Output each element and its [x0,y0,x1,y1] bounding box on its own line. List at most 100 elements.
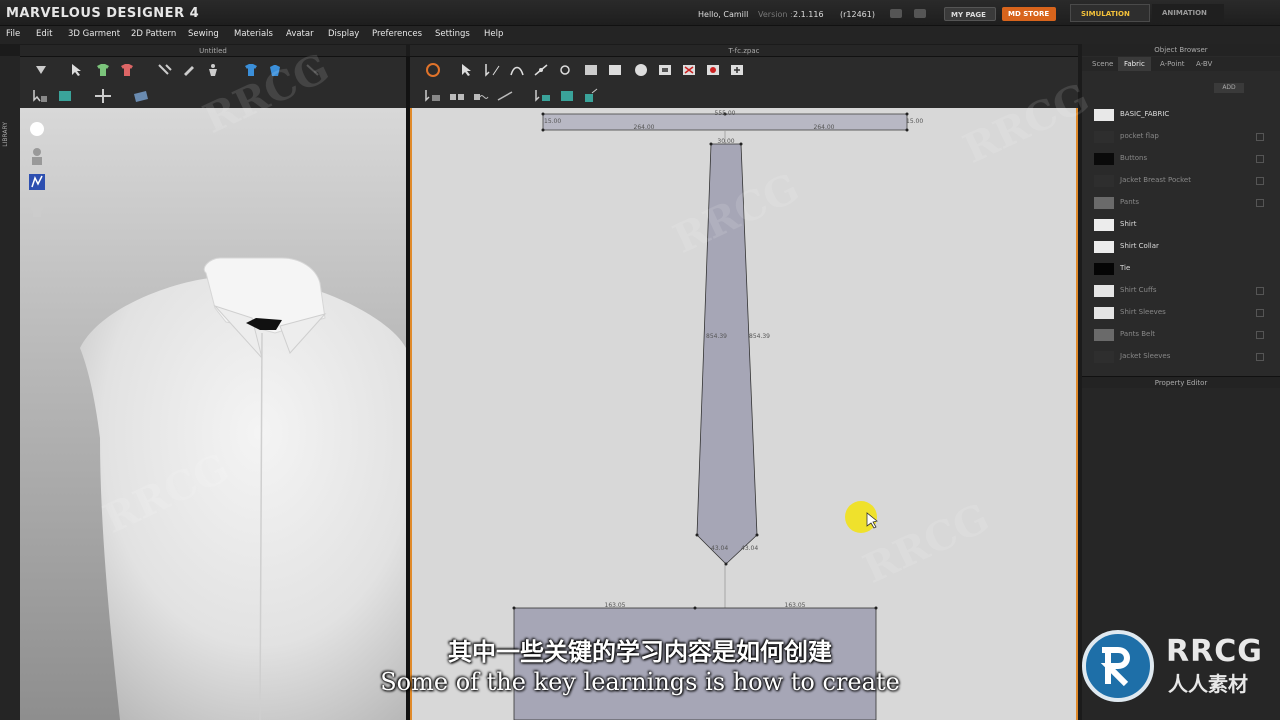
edit-curve-tool-icon[interactable] [508,62,526,78]
menu-display[interactable]: Display [328,29,359,39]
fabric-swatch[interactable] [1094,285,1114,297]
fabric-row[interactable]: Jacket Breast Pocket [1082,170,1280,192]
fabric-row[interactable]: Pants [1082,192,1280,214]
fabric-name: Buttons [1120,154,1148,162]
circle-tool-icon[interactable] [632,62,650,78]
plane-tool-icon[interactable] [132,88,150,104]
fabric-row[interactable]: Pants Belt [1082,324,1280,346]
select-2d-tool-icon[interactable] [460,62,478,78]
fabric-swatch[interactable] [1094,109,1114,121]
disabled-tool-icon[interactable] [304,62,322,78]
texture-tool-icon[interactable] [56,88,74,104]
my-page-button[interactable]: MY PAGE [944,7,996,21]
fabric-row-checkbox[interactable] [1256,353,1264,361]
fabric-row[interactable]: Tie [1082,258,1280,280]
animation-mode-tab[interactable]: ANIMATION [1152,4,1224,22]
rectangle-tool-icon[interactable] [606,62,624,78]
internal-circle-tool-icon[interactable] [704,62,722,78]
fabric-swatch[interactable] [1094,197,1114,209]
edit-point-tool-icon[interactable] [484,62,502,78]
fabric-row[interactable]: Buttons [1082,148,1280,170]
md-store-button[interactable]: MD STORE [1002,7,1056,21]
transform-tool-icon[interactable] [94,88,112,104]
view2d-viewport[interactable]: 555.00 15.00 15.00 264.00 264.00 30.00 8… [410,108,1078,720]
tie-pattern[interactable] [696,143,758,565]
internal-polygon-tool-icon[interactable] [656,62,674,78]
fabric-swatch[interactable] [1094,263,1114,275]
fabric-swatch[interactable] [1094,219,1114,231]
menu-sewing[interactable]: Sewing [188,29,219,39]
fabric-row-checkbox[interactable] [1256,199,1264,207]
polygon-tool-icon[interactable] [582,62,600,78]
fabric-name: Tie [1120,264,1131,272]
menu-file[interactable]: File [6,29,20,39]
settings-icon[interactable] [914,9,926,18]
fabric-swatch[interactable] [1094,307,1114,319]
fabric-row-checkbox[interactable] [1256,287,1264,295]
menu-help[interactable]: Help [484,29,503,39]
fabric-row[interactable]: pocket flap [1082,126,1280,148]
select-mesh-tool-icon[interactable] [32,88,50,104]
fabric-row-checkbox[interactable] [1256,133,1264,141]
tab-a-point[interactable]: A-Point [1154,57,1191,71]
measure-top-left: 264.00 [634,124,655,131]
garment-tool-icon[interactable] [94,62,112,78]
notification-icon[interactable] [890,9,902,18]
library-strip[interactable]: LIBRARY [0,56,20,720]
fabric-swatch[interactable] [1094,131,1114,143]
avatar-skin-icon[interactable] [27,198,47,218]
texture-edit-tool-icon[interactable] [534,88,552,104]
select-move-tool-icon[interactable] [70,62,88,78]
fabric-row[interactable]: Shirt Cuffs [1082,280,1280,302]
fabric-swatch[interactable] [1094,241,1114,253]
button-tool-icon[interactable] [728,62,746,78]
down-arrow-tool-icon[interactable] [32,62,50,78]
dart-tool-icon[interactable] [680,62,698,78]
avatar-measure-icon[interactable] [27,172,47,192]
fabric-row[interactable]: Shirt [1082,214,1280,236]
refresh-tool-icon[interactable] [424,62,442,78]
fabric-row-checkbox[interactable] [1256,309,1264,317]
menu-avatar[interactable]: Avatar [286,29,314,39]
add-point-tool-icon[interactable] [532,62,550,78]
logo-subtext: 人人素材 [1168,672,1248,696]
fabric-row-checkbox[interactable] [1256,177,1264,185]
add-fabric-button[interactable]: ADD [1214,83,1244,93]
view3d-viewport[interactable] [20,108,406,720]
fabric-row-checkbox[interactable] [1256,331,1264,339]
tab-fabric[interactable]: Fabric [1118,57,1151,71]
seam-select-tool-icon[interactable] [424,88,442,104]
menu-edit[interactable]: Edit [36,29,52,39]
brush-tool-icon[interactable] [180,62,198,78]
fabric-swatch[interactable] [1094,175,1114,187]
fabric-row[interactable]: BASIC_FABRIC [1082,104,1280,126]
graphic-tool-icon[interactable] [558,88,576,104]
pin-tool-icon[interactable] [156,62,174,78]
tshirt-blue-icon[interactable] [242,62,260,78]
fabric-row[interactable]: Shirt Collar [1082,236,1280,258]
segment-sewing-tool-icon[interactable] [448,88,466,104]
free-sewing-tool-icon[interactable] [472,88,490,104]
simulation-mode-tab[interactable]: SIMULATION [1070,4,1150,22]
tab-a-bv[interactable]: A-BV [1190,57,1218,71]
fabric-row-checkbox[interactable] [1256,155,1264,163]
avatar-head-icon[interactable] [27,120,47,140]
fabric-row[interactable]: Jacket Sleeves [1082,346,1280,368]
tab-scene[interactable]: Scene [1086,57,1119,71]
shirt-tool-icon[interactable] [118,62,136,78]
menu-3d-garment[interactable]: 3D Garment [68,29,120,39]
sticky-tool-icon[interactable] [582,88,600,104]
fabric-row[interactable]: Shirt Sleeves [1082,302,1280,324]
avatar-pose-tool-icon[interactable] [204,62,222,78]
fabric-swatch[interactable] [1094,351,1114,363]
tshirt-blue-2-icon[interactable] [266,62,284,78]
menu-preferences[interactable]: Preferences [372,29,422,39]
sewing-line-tool-icon[interactable] [496,88,514,104]
fabric-swatch[interactable] [1094,329,1114,341]
menu-materials[interactable]: Materials [234,29,273,39]
cut-tool-icon[interactable] [556,62,574,78]
avatar-body-icon[interactable] [27,146,47,166]
menu-2d-pattern[interactable]: 2D Pattern [131,29,176,39]
menu-settings[interactable]: Settings [435,29,470,39]
fabric-swatch[interactable] [1094,153,1114,165]
